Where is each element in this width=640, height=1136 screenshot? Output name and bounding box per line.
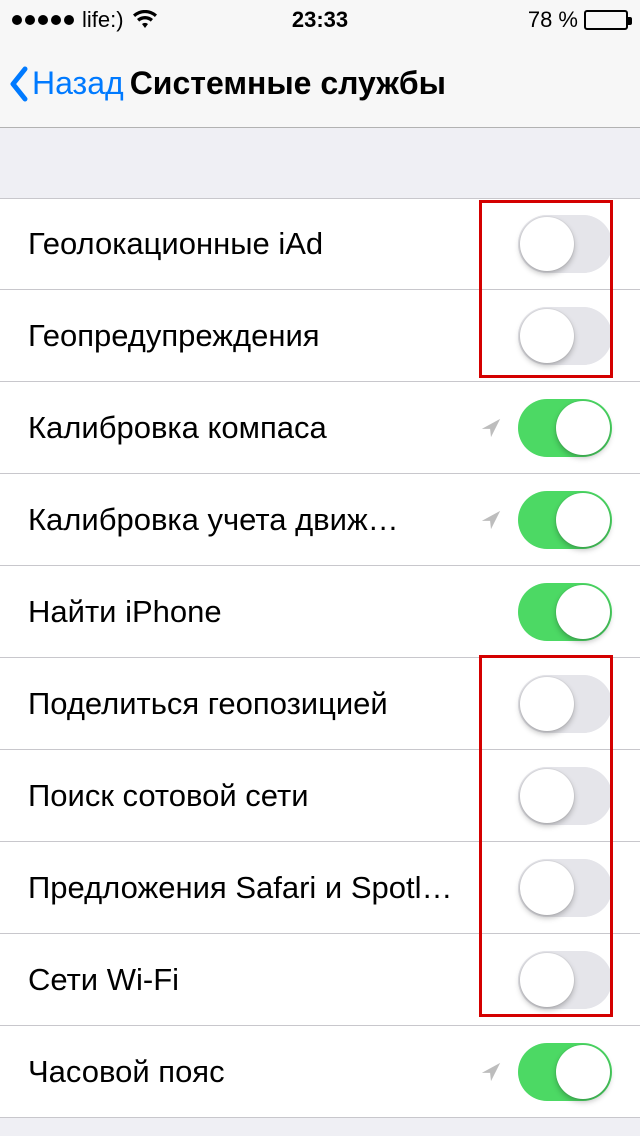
toggle-knob [556,401,610,455]
row-label: Геопредупреждения [28,318,320,354]
clock: 23:33 [292,7,348,33]
back-button[interactable]: Назад [8,65,124,102]
toggle-switch[interactable] [518,951,612,1009]
row-label: Предложения Safari и Spotli… [28,870,458,906]
row-controls [480,1043,612,1101]
row-controls [480,491,612,549]
toggle-switch[interactable] [518,675,612,733]
status-right: 78 % [528,7,628,33]
settings-row: Сети Wi-Fi [0,934,640,1026]
row-label: Калибровка учета движ… [28,502,399,538]
toggle-switch[interactable] [518,767,612,825]
row-controls [480,399,612,457]
status-left: life:) [12,7,158,33]
carrier-label: life:) [82,7,124,33]
toggle-knob [520,861,574,915]
settings-row: Предложения Safari и Spotli… [0,842,640,934]
settings-row: Найти iPhone [0,566,640,658]
toggle-knob [520,769,574,823]
back-label: Назад [32,65,124,102]
toggle-knob [520,677,574,731]
chevron-left-icon [8,66,30,102]
location-arrow-icon [480,417,502,439]
settings-row: Геолокационные iAd [0,198,640,290]
page-title: Системные службы [130,65,446,102]
toggle-switch[interactable] [518,399,612,457]
toggle-switch[interactable] [518,307,612,365]
signal-strength-icon [12,15,74,25]
settings-list: Геолокационные iAd Геопредупреждения Калиб… [0,198,640,1118]
toggle-knob [556,493,610,547]
toggle-switch[interactable] [518,215,612,273]
battery-icon [584,10,628,30]
row-controls [518,215,612,273]
wifi-icon [132,10,158,30]
row-controls [518,951,612,1009]
toggle-knob [556,1045,610,1099]
row-label: Поиск сотовой сети [28,778,309,814]
toggle-knob [520,953,574,1007]
status-bar: life:) 23:33 78 % [0,0,640,40]
toggle-switch[interactable] [518,859,612,917]
settings-row: Поделиться геопозицией [0,658,640,750]
settings-row: Часовой пояс [0,1026,640,1118]
toggle-switch[interactable] [518,583,612,641]
toggle-knob [520,217,574,271]
battery-percent: 78 % [528,7,578,33]
row-controls [518,307,612,365]
location-arrow-icon [480,509,502,531]
row-label: Часовой пояс [28,1054,225,1090]
section-gap [0,128,640,198]
settings-row: Калибровка учета движ… [0,474,640,566]
toggle-knob [556,585,610,639]
toggle-switch[interactable] [518,1043,612,1101]
row-label: Калибровка компаса [28,410,327,446]
row-label: Сети Wi-Fi [28,962,179,998]
row-controls [518,767,612,825]
row-label: Геолокационные iAd [28,226,323,262]
settings-row: Геопредупреждения [0,290,640,382]
settings-row: Поиск сотовой сети [0,750,640,842]
row-label: Найти iPhone [28,594,222,630]
row-label: Поделиться геопозицией [28,686,388,722]
location-arrow-icon [480,1061,502,1083]
nav-bar: Назад Системные службы [0,40,640,128]
settings-row: Калибровка компаса [0,382,640,474]
toggle-switch[interactable] [518,491,612,549]
row-controls [518,583,612,641]
row-controls [518,675,612,733]
toggle-knob [520,309,574,363]
row-controls [518,859,612,917]
